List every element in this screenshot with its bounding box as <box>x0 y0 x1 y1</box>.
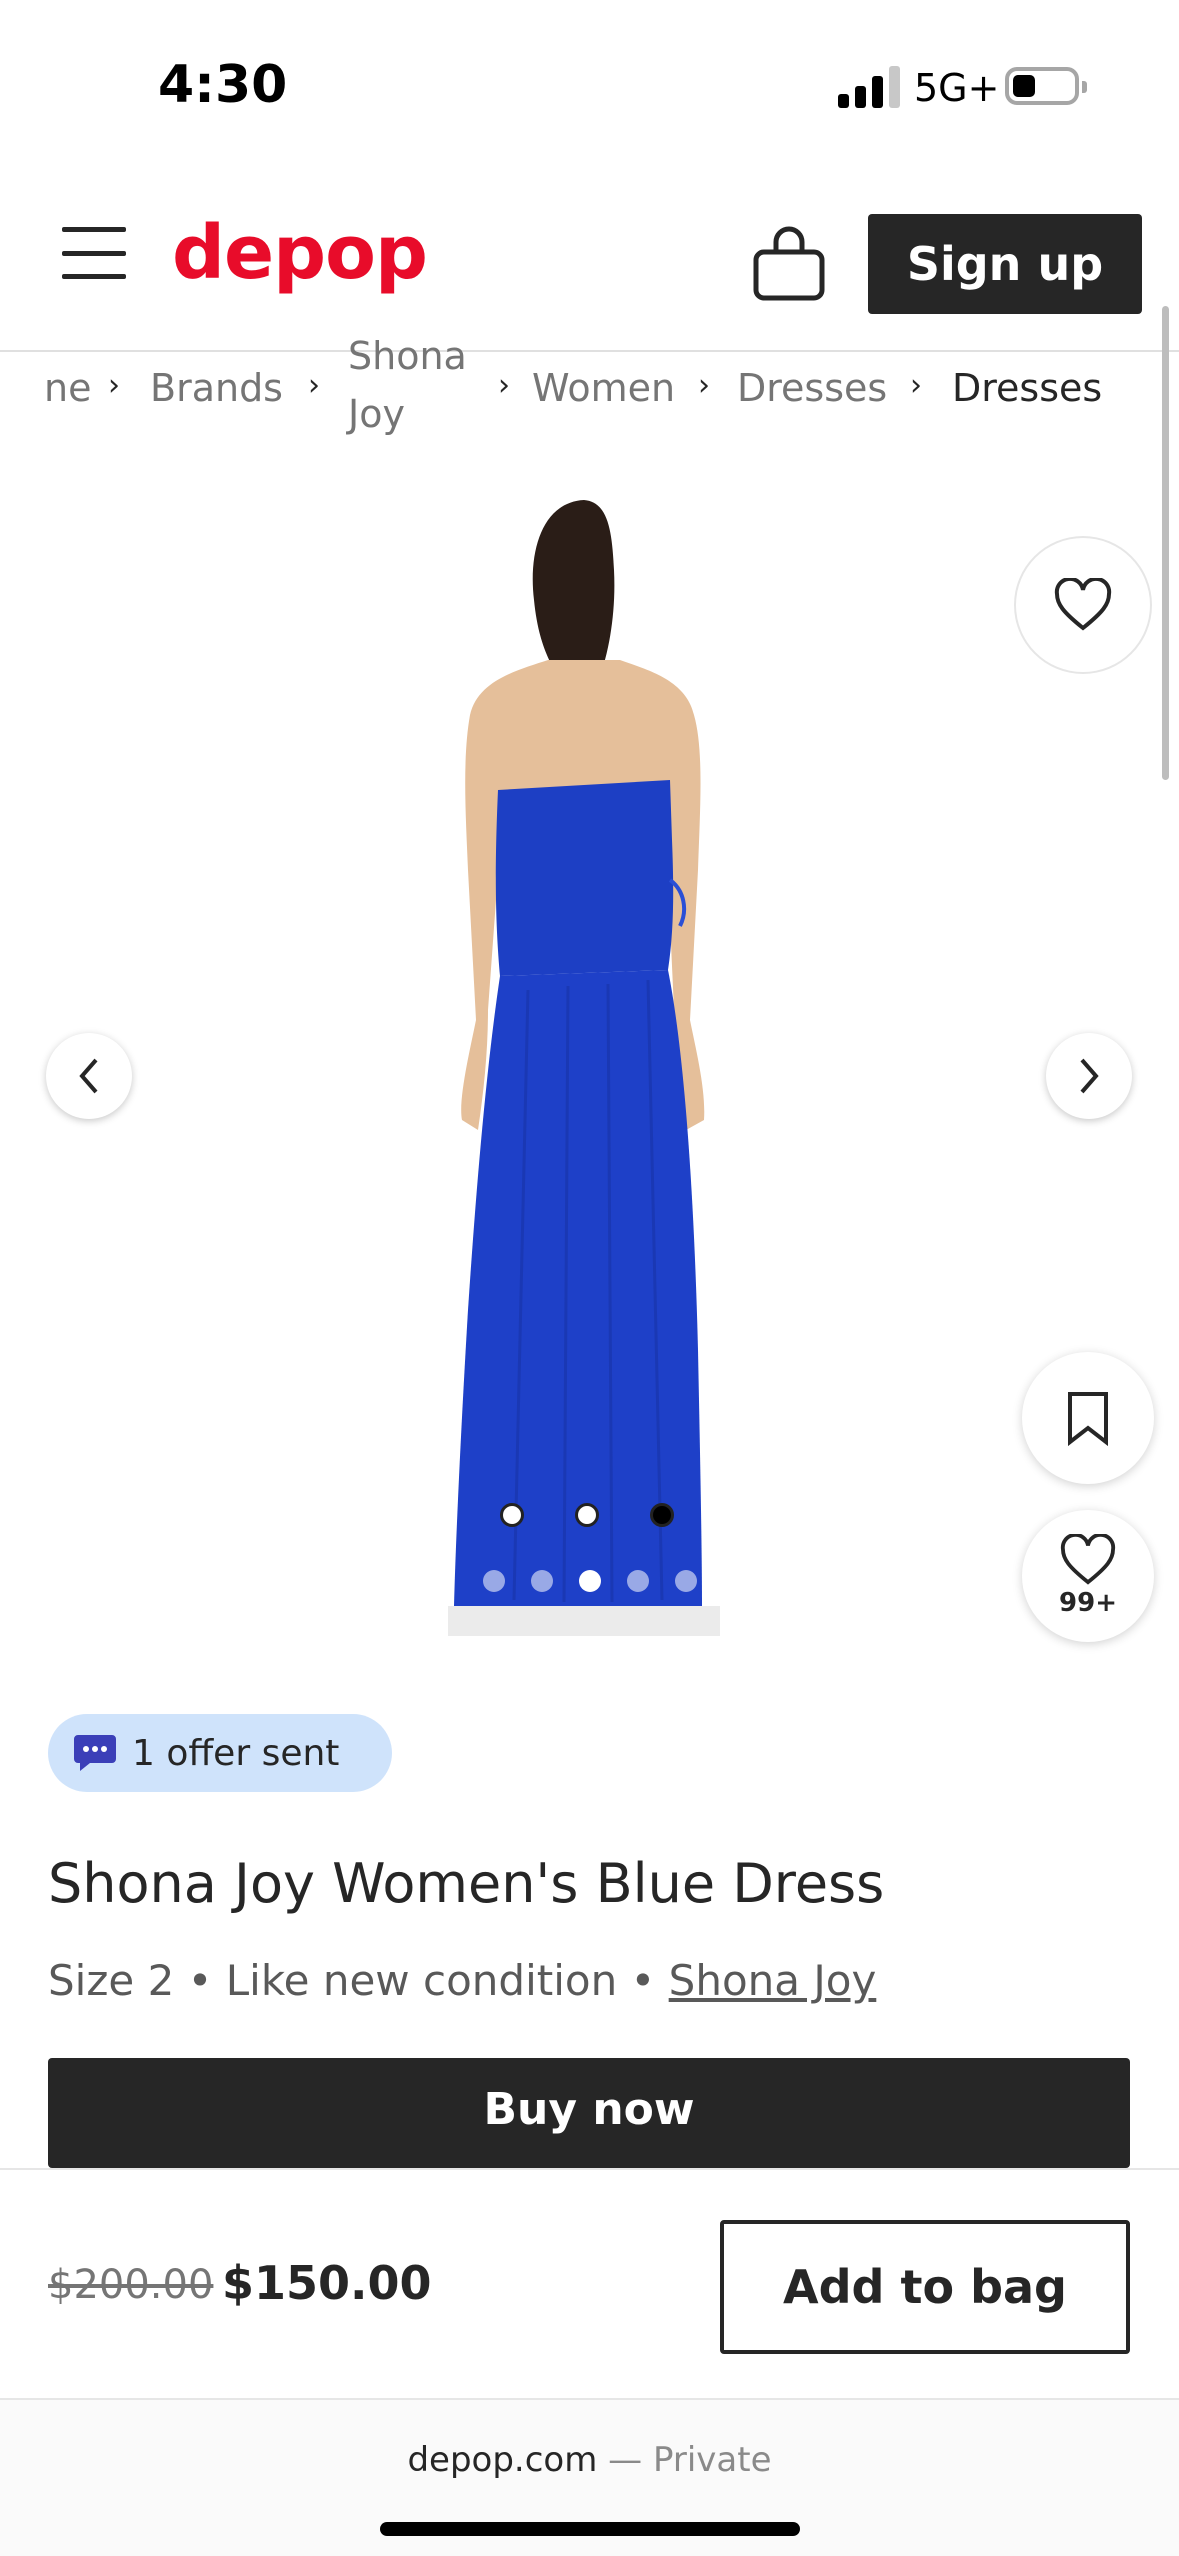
offer-badge: 1 offer sent <box>48 1714 392 1792</box>
status-time: 4:30 <box>158 55 288 115</box>
carousel-prev-button[interactable] <box>46 1033 132 1119</box>
original-price: $200.00 <box>48 2262 214 2308</box>
breadcrumb-dresses[interactable]: Dresses <box>737 366 887 410</box>
private-label: — Private <box>597 2440 772 2480</box>
carousel-next-button[interactable] <box>1046 1033 1132 1119</box>
breadcrumb-brands[interactable]: Brands <box>150 366 283 410</box>
battery-icon <box>1005 67 1087 105</box>
heart-icon <box>1054 578 1112 631</box>
breadcrumb: ne › Brands › Shona Joy › Women › Dresse… <box>0 334 1150 452</box>
network-label: 5G+ <box>914 66 1000 110</box>
carousel-dot[interactable] <box>483 1570 505 1592</box>
chevron-left-icon <box>79 1058 98 1094</box>
purchase-bar: $200.00 $150.00 Add to bag <box>0 2168 1179 2400</box>
brand-link[interactable]: Shona Joy <box>669 1956 877 2005</box>
chevron-right-icon: › <box>698 368 710 403</box>
product-meta: Size 2 • Like new condition • Shona Joy <box>48 1956 876 2005</box>
browser-address-bar[interactable]: depop.com — Private <box>0 2400 1179 2556</box>
carousel-dot[interactable] <box>675 1570 697 1592</box>
signal-icon <box>838 64 900 108</box>
carousel-dot[interactable] <box>531 1570 553 1592</box>
favorite-button[interactable] <box>1016 538 1150 672</box>
site-header: depop Sign up <box>0 170 1179 352</box>
breadcrumb-women[interactable]: Women <box>532 366 675 410</box>
url-row[interactable]: depop.com — Private <box>0 2440 1179 2480</box>
save-button[interactable] <box>1022 1352 1154 1484</box>
like-button[interactable]: 99+ <box>1022 1510 1154 1642</box>
chevron-right-icon: › <box>108 368 120 403</box>
breadcrumb-brand-line2[interactable]: Joy <box>348 392 405 436</box>
chat-bubble-icon <box>74 1735 116 1771</box>
chevron-right-icon <box>1080 1058 1099 1094</box>
carousel-dot-active[interactable] <box>579 1570 601 1592</box>
breadcrumb-current: Dresses <box>952 366 1103 410</box>
carousel-dot[interactable] <box>627 1570 649 1592</box>
product-image[interactable] <box>448 490 720 1636</box>
swatch-dot[interactable] <box>575 1503 599 1527</box>
chevron-right-icon: › <box>498 368 510 403</box>
bookmark-icon <box>1068 1392 1108 1446</box>
likes-count: 99+ <box>1059 1588 1117 1618</box>
buy-now-button[interactable]: Buy now <box>48 2058 1130 2168</box>
product-title: Shona Joy Women's Blue Dress <box>48 1852 885 1915</box>
swatch-dot[interactable] <box>500 1503 524 1527</box>
depop-logo[interactable]: depop <box>172 210 428 296</box>
breadcrumb-home[interactable]: ne <box>44 366 91 410</box>
product-meta-text: Size 2 • Like new condition • <box>48 1956 669 2005</box>
bag-icon[interactable] <box>752 222 826 302</box>
status-bar: 4:30 5G+ <box>0 0 1179 170</box>
url-domain: depop.com <box>407 2440 598 2480</box>
home-indicator[interactable] <box>380 2522 800 2536</box>
breadcrumb-brand-line1[interactable]: Shona <box>348 334 467 378</box>
add-to-bag-button[interactable]: Add to bag <box>720 2220 1130 2354</box>
chevron-right-icon: › <box>910 368 922 403</box>
menu-icon[interactable] <box>62 227 126 279</box>
heart-icon <box>1060 1534 1116 1585</box>
swatch-dot[interactable] <box>650 1503 674 1527</box>
chevron-right-icon: › <box>308 368 320 403</box>
page-scrollbar[interactable] <box>1162 306 1169 780</box>
offer-label: 1 offer sent <box>132 1732 340 1774</box>
sale-price: $150.00 <box>222 2256 432 2310</box>
signup-button[interactable]: Sign up <box>868 214 1142 314</box>
